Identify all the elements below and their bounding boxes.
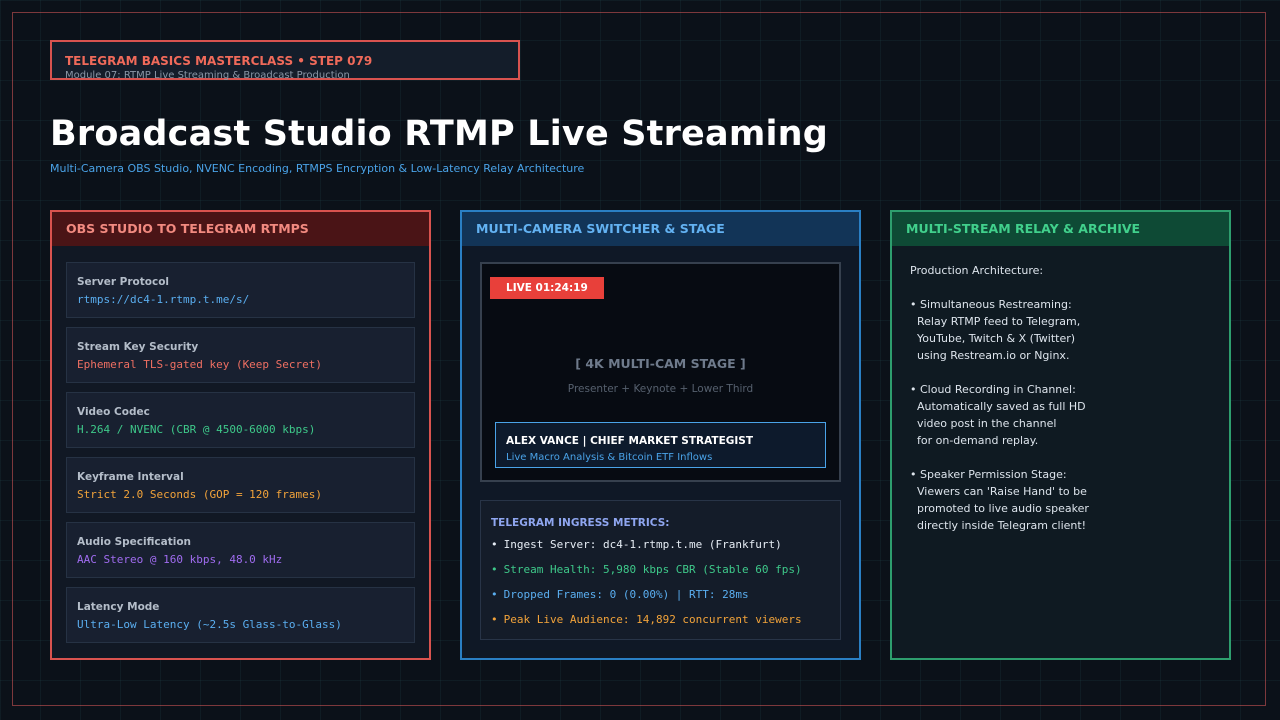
lower-third-name: ALEX VANCE | CHIEF MARKET STRATEGIST	[506, 435, 753, 447]
architecture-line: Relay RTMP feed to Telegram,	[910, 315, 1081, 328]
metric-text: Peak Live Audience: 14,892 concurrent vi…	[503, 613, 802, 626]
relay-panel: MULTI-STREAM RELAY & ARCHIVE Production …	[890, 210, 1231, 660]
architecture-line: Production Architecture:	[910, 264, 1044, 277]
spec-label: Video Codec	[77, 406, 150, 418]
spec-card: Video Codec H.264 / NVENC (CBR @ 4500-600…	[66, 392, 415, 448]
page-subtitle: Multi-Camera OBS Studio, NVENC Encoding,…	[50, 162, 585, 175]
metric-row: • Peak Live Audience: 14,892 concurrent v…	[491, 613, 802, 626]
metric-bullet: •	[491, 613, 498, 626]
architecture-line: YouTube, Twitch & X (Twitter)	[910, 332, 1076, 345]
spec-card: Audio Specification AAC Stereo @ 160 kbps…	[66, 522, 415, 578]
spec-value: AAC Stereo @ 160 kbps, 48.0 kHz	[77, 553, 283, 566]
page-title: Broadcast Studio RTMP Live Streaming	[50, 114, 829, 154]
stage-preview: LIVE 01:24:19 [ 4K MULTI-CAM STAGE ] Pre…	[480, 262, 841, 482]
spec-card: Keyframe Interval Strict 2.0 Seconds (GOP…	[66, 457, 415, 513]
switcher-panel-header: MULTI-CAMERA SWITCHER & STAGE	[462, 212, 859, 246]
metric-row: • Stream Health: 5,980 kbps CBR (Stable 6…	[491, 563, 802, 576]
spec-label: Keyframe Interval	[77, 471, 184, 483]
obs-panel-title: OBS STUDIO TO TELEGRAM RTMPS	[66, 221, 309, 236]
metric-row: • Dropped Frames: 0 (0.00%) | RTT: 28ms	[491, 588, 749, 601]
step-subtitle: Module 07: RTMP Live Streaming & Broadca…	[65, 70, 350, 81]
switcher-panel-title: MULTI-CAMERA SWITCHER & STAGE	[476, 221, 725, 236]
metric-text: Ingest Server: dc4-1.rtmp.t.me (Frankfur…	[503, 538, 782, 551]
architecture-line: • Cloud Recording in Channel:	[910, 383, 1076, 396]
spec-card: Latency Mode Ultra-Low Latency (~2.5s Gla…	[66, 587, 415, 643]
lower-third-desc: Live Macro Analysis & Bitcoin ETF Inflow…	[506, 452, 713, 463]
step-title: TELEGRAM BASICS MASTERCLASS • STEP 079	[65, 54, 373, 68]
switcher-panel: MULTI-CAMERA SWITCHER & STAGE LIVE 01:24…	[460, 210, 861, 660]
metric-row: • Ingest Server: dc4-1.rtmp.t.me (Frankfu…	[491, 538, 782, 551]
architecture-line	[910, 364, 1220, 381]
obs-panel-header: OBS STUDIO TO TELEGRAM RTMPS	[52, 212, 429, 246]
metrics-title: TELEGRAM INGRESS METRICS:	[491, 517, 670, 529]
ingress-metrics: TELEGRAM INGRESS METRICS: • Ingest Server…	[480, 500, 841, 640]
architecture-line: directly inside Telegram client!	[910, 519, 1087, 532]
architecture-line: Automatically saved as full HD	[910, 400, 1086, 413]
spec-value: rtmps://dc4-1.rtmp.t.me/s/	[77, 293, 250, 306]
stage-title: [ 4K MULTI-CAM STAGE ]	[575, 356, 746, 371]
architecture-line: promoted to live audio speaker	[910, 502, 1089, 515]
architecture-line: for on-demand replay.	[910, 434, 1039, 447]
step-badge: TELEGRAM BASICS MASTERCLASS • STEP 079 M…	[50, 40, 520, 81]
architecture-line	[910, 449, 1220, 466]
metric-bullet: •	[491, 588, 498, 601]
metric-bullet: •	[491, 563, 498, 576]
metric-text: Stream Health: 5,980 kbps CBR (Stable 60…	[503, 563, 802, 576]
obs-panel: OBS STUDIO TO TELEGRAM RTMPS Server Prot…	[50, 210, 431, 660]
architecture-line: • Speaker Permission Stage:	[910, 468, 1067, 481]
architecture-line	[910, 279, 1220, 296]
metric-text: Dropped Frames: 0 (0.00%) | RTT: 28ms	[503, 588, 749, 601]
spec-label: Audio Specification	[77, 536, 192, 548]
spec-label: Latency Mode	[77, 601, 160, 613]
spec-value: H.264 / NVENC (CBR @ 4500-6000 kbps)	[77, 423, 316, 436]
lower-third: ALEX VANCE | CHIEF MARKET STRATEGIST Liv…	[495, 422, 826, 468]
architecture-line: • Simultaneous Restreaming:	[910, 298, 1072, 311]
architecture-line: video post in the channel	[910, 417, 1057, 430]
metric-bullet: •	[491, 538, 498, 551]
relay-panel-header: MULTI-STREAM RELAY & ARCHIVE	[892, 212, 1229, 246]
relay-panel-title: MULTI-STREAM RELAY & ARCHIVE	[906, 221, 1141, 236]
live-badge: LIVE 01:24:19	[490, 277, 604, 299]
spec-card: Server Protocol rtmps://dc4-1.rtmp.t.me/s…	[66, 262, 415, 318]
spec-label: Server Protocol	[77, 276, 170, 288]
stage-subtitle: Presenter + Keynote + Lower Third	[567, 383, 754, 395]
spec-value: Ephemeral TLS-gated key (Keep Secret)	[77, 358, 323, 371]
architecture-notes: Production Architecture: • Simultaneous R…	[910, 262, 1220, 534]
architecture-line: using Restream.io or Nginx.	[910, 349, 1070, 362]
architecture-line: Viewers can 'Raise Hand' to be	[910, 485, 1087, 498]
spec-card: Stream Key Security Ephemeral TLS-gated k…	[66, 327, 415, 383]
spec-value: Ultra-Low Latency (~2.5s Glass-to-Glass)	[77, 618, 342, 631]
spec-label: Stream Key Security	[77, 341, 199, 353]
spec-value: Strict 2.0 Seconds (GOP = 120 frames)	[77, 488, 323, 501]
